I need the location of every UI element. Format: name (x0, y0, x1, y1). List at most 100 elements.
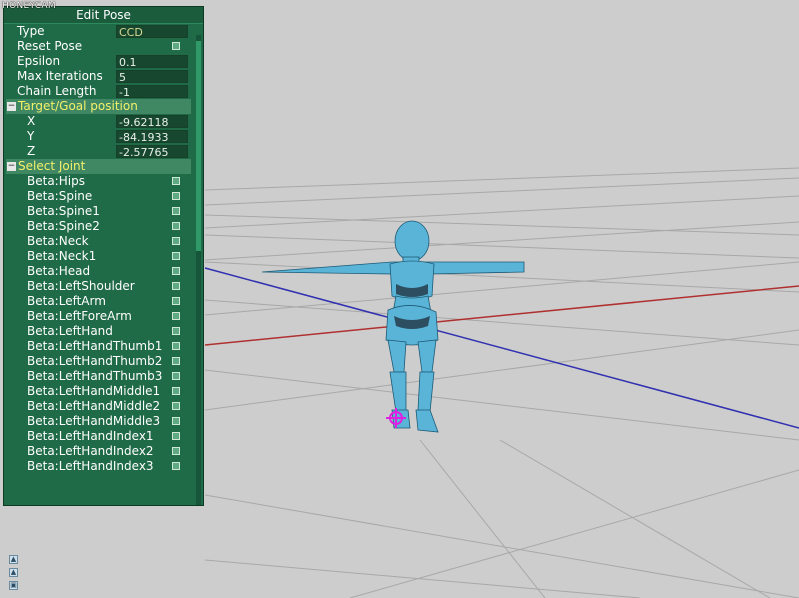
joint-checkbox[interactable] (172, 432, 180, 440)
panel-scrollbar[interactable] (196, 35, 201, 505)
joint-label: Beta:LeftHand (27, 324, 113, 338)
target-y-label: Y (27, 129, 35, 143)
type-label: Type (17, 24, 45, 38)
joint-checkbox[interactable] (172, 327, 180, 335)
joint-label: Beta:LeftHandMiddle1 (27, 384, 161, 398)
max-iterations-label: Max Iterations (17, 69, 103, 83)
joint-checkbox[interactable] (172, 387, 180, 395)
joint-checkbox[interactable] (172, 372, 180, 380)
watermark: HONEYCAM (2, 1, 56, 11)
x-axis-line (204, 285, 799, 346)
joint-label: Beta:LeftForeArm (27, 309, 132, 323)
joint-label: Beta:LeftHandIndex1 (27, 429, 154, 443)
type-row: Type CCD (4, 24, 193, 39)
type-select[interactable]: CCD (116, 25, 188, 39)
arrow-up-icon[interactable]: ▲ (9, 568, 18, 577)
joint-checkbox[interactable] (172, 312, 180, 320)
joint-label: Beta:LeftHandMiddle2 (27, 399, 161, 413)
target-y-row: Y -84.1933 (4, 129, 193, 144)
joint-label: Beta:Neck (27, 234, 89, 248)
target-goal-section-label: Target/Goal position (18, 99, 138, 113)
joint-label: Beta:LeftHandMiddle3 (27, 414, 161, 428)
reset-pose-row: Reset Pose (4, 39, 193, 54)
joint-checkbox[interactable] (172, 192, 180, 200)
joint-row[interactable]: Beta:LeftArm (4, 294, 193, 309)
joint-checkbox[interactable] (172, 342, 180, 350)
select-joint-section-header[interactable]: − Select Joint (6, 159, 191, 174)
joint-row[interactable]: Beta:Neck1 (4, 249, 193, 264)
joint-label: Beta:LeftHandThumb2 (27, 354, 163, 368)
joint-row[interactable]: Beta:Hips (4, 174, 193, 189)
target-goal-section-header[interactable]: − Target/Goal position (6, 99, 191, 114)
joint-checkbox[interactable] (172, 207, 180, 215)
epsilon-input[interactable]: 0.1 (116, 55, 188, 69)
joint-label: Beta:LeftShoulder (27, 279, 135, 293)
joint-row[interactable]: Beta:LeftHandIndex2 (4, 444, 193, 459)
z-axis-line (204, 267, 799, 429)
joint-list: Beta:Hips Beta:Spine Beta:Spine1 Beta:Spine… (4, 174, 193, 474)
joint-row[interactable]: Beta:LeftHandMiddle2 (4, 399, 193, 414)
joint-label: Beta:Spine1 (27, 204, 100, 218)
joint-label: Beta:LeftArm (27, 294, 106, 308)
joint-checkbox[interactable] (172, 417, 180, 425)
target-x-input[interactable]: -9.62118 (116, 115, 188, 129)
joint-row[interactable]: Beta:LeftShoulder (4, 279, 193, 294)
joint-checkbox[interactable] (172, 267, 180, 275)
target-x-label: X (27, 114, 36, 128)
epsilon-row: Epsilon 0.1 (4, 54, 193, 69)
joint-checkbox[interactable] (172, 252, 180, 260)
joint-row[interactable]: Beta:Neck (4, 234, 193, 249)
joint-label: Beta:LeftHandThumb3 (27, 369, 163, 383)
joint-label: Beta:Head (27, 264, 91, 278)
joint-row[interactable]: Beta:LeftHandThumb3 (4, 369, 193, 384)
joint-label: Beta:LeftHandIndex3 (27, 459, 154, 473)
joint-label: Beta:LeftHandIndex2 (27, 444, 154, 458)
joint-row[interactable]: Beta:LeftHandMiddle1 (4, 384, 193, 399)
arrow-up-icon[interactable]: ▲ (9, 555, 18, 564)
target-z-label: Z (27, 144, 36, 158)
target-z-input[interactable]: -2.57765 (116, 145, 188, 159)
chain-length-label: Chain Length (17, 84, 97, 98)
max-iterations-input[interactable]: 5 (116, 70, 188, 84)
collapse-icon[interactable]: − (7, 102, 16, 111)
target-x-row: X -9.62118 (4, 114, 193, 129)
collapse-icon[interactable]: − (7, 162, 16, 171)
joint-row[interactable]: Beta:LeftHandThumb2 (4, 354, 193, 369)
joint-row[interactable]: Beta:LeftHand (4, 324, 193, 339)
epsilon-label: Epsilon (17, 54, 61, 68)
chain-length-input[interactable]: -1 (116, 85, 188, 99)
edit-pose-panel: Edit Pose Type CCD Reset Pose Epsilon 0.… (3, 6, 204, 506)
joint-row[interactable]: Beta:Spine (4, 189, 193, 204)
target-y-input[interactable]: -84.1933 (116, 130, 188, 144)
joint-row[interactable]: Beta:Spine1 (4, 204, 193, 219)
joint-checkbox[interactable] (172, 462, 180, 470)
joint-checkbox[interactable] (172, 177, 180, 185)
max-iterations-row: Max Iterations 5 (4, 69, 193, 84)
joint-checkbox[interactable] (172, 447, 180, 455)
scrollbar-thumb[interactable] (196, 41, 201, 251)
joint-row[interactable]: Beta:LeftHandThumb1 (4, 339, 193, 354)
joint-row[interactable]: Beta:LeftHandIndex1 (4, 429, 193, 444)
joint-row[interactable]: Beta:LeftHandMiddle3 (4, 414, 193, 429)
joint-checkbox[interactable] (172, 357, 180, 365)
ground-grid (204, 167, 799, 598)
character-model[interactable] (261, 220, 525, 433)
reset-pose-label: Reset Pose (17, 39, 83, 53)
joint-checkbox[interactable] (172, 297, 180, 305)
joint-row[interactable]: Beta:LeftHandIndex3 (4, 459, 193, 474)
joint-label: Beta:Neck1 (27, 249, 97, 263)
joint-checkbox[interactable] (172, 402, 180, 410)
target-z-row: Z -2.57765 (4, 144, 193, 159)
joint-row[interactable]: Beta:Head (4, 264, 193, 279)
chain-length-row: Chain Length -1 (4, 84, 193, 99)
joint-label: Beta:Spine2 (27, 219, 100, 233)
joint-checkbox[interactable] (172, 237, 180, 245)
joint-row[interactable]: Beta:LeftForeArm (4, 309, 193, 324)
view-icon[interactable]: ▣ (9, 581, 18, 590)
joint-row[interactable]: Beta:Spine2 (4, 219, 193, 234)
select-joint-section-label: Select Joint (18, 159, 86, 173)
reset-pose-checkbox[interactable] (172, 42, 180, 50)
joint-checkbox[interactable] (172, 282, 180, 290)
joint-checkbox[interactable] (172, 222, 180, 230)
joint-label: Beta:LeftHandThumb1 (27, 339, 163, 353)
